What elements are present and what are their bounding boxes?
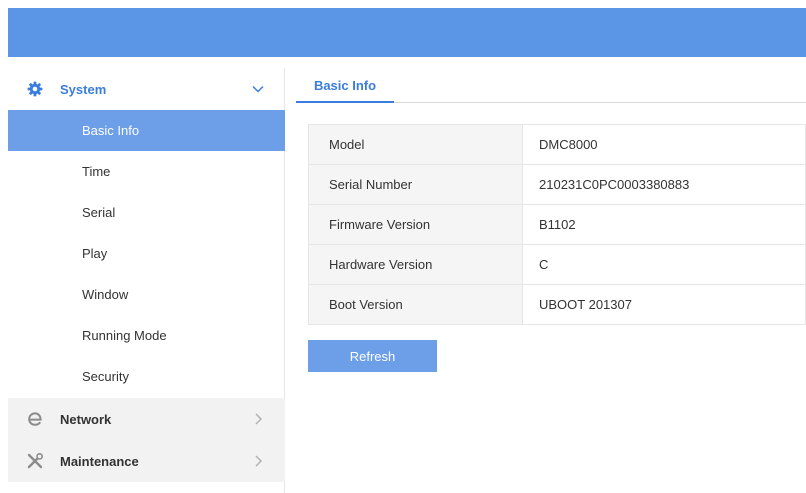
sidebar-group-label: Network [60,411,112,427]
chevron-down-icon [251,82,265,96]
tools-icon [26,452,44,470]
network-e-icon [26,410,44,428]
tab-basic-info[interactable]: Basic Info [296,73,394,103]
row-value: C [522,244,806,285]
sidebar-group-system[interactable]: System [8,68,285,110]
row-value: B1102 [522,204,806,245]
basic-info-table: Model DMC8000 Serial Number 210231C0PC00… [308,124,806,325]
chevron-right-icon [251,412,265,426]
sidebar-group-label: Maintenance [60,453,139,469]
gear-icon [26,80,44,98]
sidebar-group-label: System [60,81,107,97]
table-row: Boot Version UBOOT 201307 [308,284,806,325]
row-key: Boot Version [308,284,523,325]
sidebar-item-window[interactable]: Window [8,274,285,315]
row-key: Firmware Version [308,204,523,245]
table-row: Model DMC8000 [308,124,806,165]
sidebar-item-running-mode[interactable]: Running Mode [8,315,285,356]
chevron-right-icon [251,454,265,468]
table-row: Firmware Version B1102 [308,204,806,245]
row-value: 210231C0PC0003380883 [522,164,806,205]
sidebar-item-serial[interactable]: Serial [8,192,285,233]
sidebar: System Basic Info Time Serial Play Windo… [8,68,285,493]
tab-bar: Basic Info [296,73,806,103]
row-key: Hardware Version [308,244,523,285]
row-key: Model [308,124,523,165]
row-value: UBOOT 201307 [522,284,806,325]
sidebar-item-basic-info[interactable]: Basic Info [8,110,285,151]
refresh-button[interactable]: Refresh [308,340,437,372]
table-row: Hardware Version C [308,244,806,285]
top-header-bar [8,8,806,57]
sidebar-group-network[interactable]: Network [8,398,285,440]
sidebar-group-maintenance[interactable]: Maintenance [8,440,285,482]
sidebar-item-security[interactable]: Security [8,356,285,397]
table-row: Serial Number 210231C0PC0003380883 [308,164,806,205]
row-value: DMC8000 [522,124,806,165]
row-key: Serial Number [308,164,523,205]
sidebar-item-play[interactable]: Play [8,233,285,274]
sidebar-item-time[interactable]: Time [8,151,285,192]
